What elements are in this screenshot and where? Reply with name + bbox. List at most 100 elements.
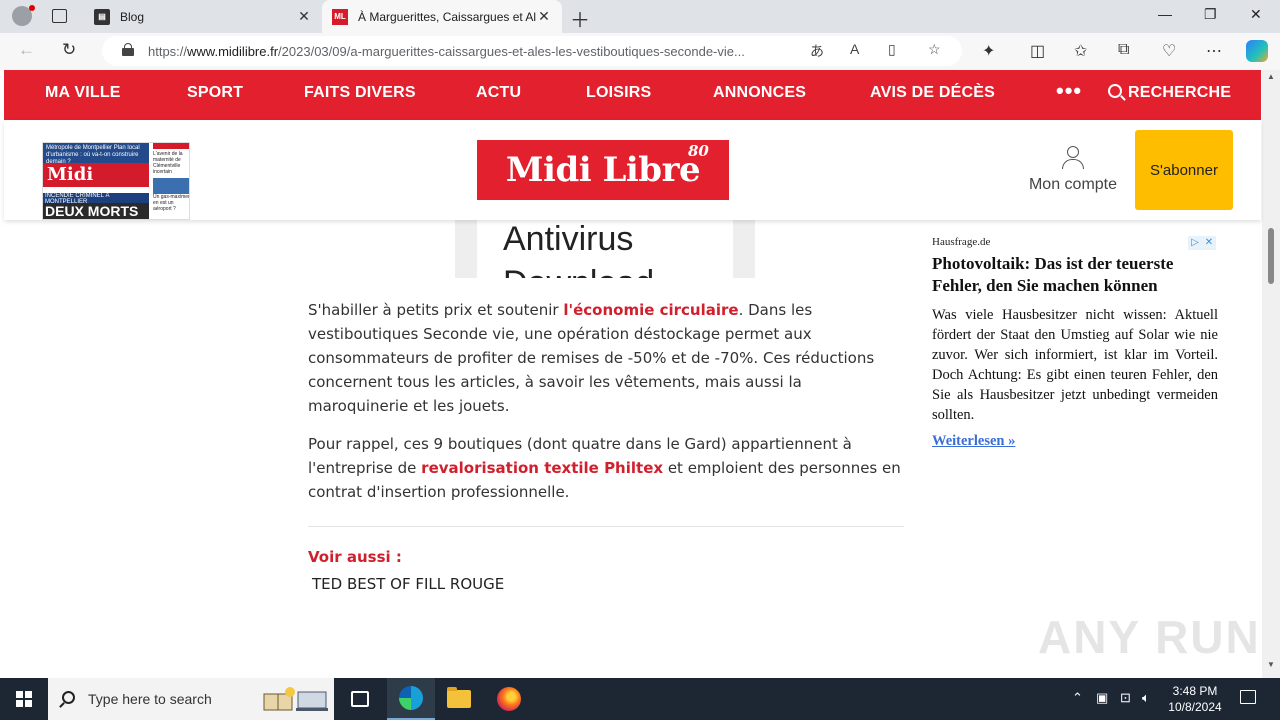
article-paragraph-2: Pour rappel, ces 9 boutiques (dont quatr… xyxy=(308,435,901,501)
tray-device-icon[interactable]: ▣ xyxy=(1096,690,1108,706)
article-paragraph-1: S'habiller à petits prix et soutenir l'é… xyxy=(308,301,875,415)
account-button[interactable]: Mon compte xyxy=(1018,146,1128,194)
see-also-item[interactable]: TED BEST OF FILL ROUGE xyxy=(312,575,504,593)
paper-top-line: Métropole de Montpellier Plan local d'ur… xyxy=(43,143,149,165)
translate-icon[interactable]: あ xyxy=(810,41,824,61)
site-header: Métropole de Montpellier Plan local d'ur… xyxy=(4,120,1261,220)
clock-time: 3:48 PM xyxy=(1172,684,1218,698)
nav-annonces[interactable]: ANNONCES xyxy=(713,84,806,102)
browser-tab-strip: ▤ Blog ✕ ML À Marguerittes, Caissargues … xyxy=(0,0,1280,33)
nav-faits-divers[interactable]: FAITS DIVERS xyxy=(304,84,416,102)
clock-date: 10/8/2024 xyxy=(1168,700,1222,714)
favorites-icon[interactable]: ✩ xyxy=(1074,41,1087,61)
browser-toolbar: ← ↻ https://www.midilibre.fr/2023/03/09/… xyxy=(0,33,1280,70)
tab-close-icon[interactable]: ✕ xyxy=(296,8,312,25)
user-icon xyxy=(1018,146,1128,169)
taskbar-clock[interactable]: 3:48 PM 10/8/2024 xyxy=(1160,683,1230,715)
read-aloud-icon[interactable]: A xyxy=(850,41,859,57)
restore-icon[interactable]: ❐ xyxy=(1204,6,1217,23)
midilibre-favicon-icon: ML xyxy=(332,8,348,25)
task-view-button[interactable] xyxy=(336,678,384,720)
paper-logo: Midi Libre xyxy=(43,163,149,209)
ad-banner-line2: Download xyxy=(503,264,654,278)
address-bar[interactable]: https://www.midilibre.fr/2023/03/09/a-ma… xyxy=(102,36,962,66)
taskbar-file-explorer[interactable] xyxy=(435,678,483,720)
collections-icon[interactable]: ⧉ xyxy=(1118,41,1129,59)
paper-sidebar: L'avenir de la maternité de Clémentville… xyxy=(153,143,190,219)
nav-more-icon[interactable]: ••• xyxy=(1056,78,1082,104)
taskbar-edge[interactable] xyxy=(387,678,435,720)
windows-taskbar: Type here to search ⌃ ▣ ⊡ 🔈︎ 3:48 PM 10/… xyxy=(0,678,1280,720)
copilot-icon[interactable] xyxy=(1246,40,1268,62)
taskbar-search-placeholder: Type here to search xyxy=(88,691,212,707)
paper-side-text-1: L'avenir de la maternité de Clémentville… xyxy=(153,151,183,175)
taskbar-firefox[interactable] xyxy=(485,678,533,720)
section-divider xyxy=(308,526,904,527)
profile-notification-dot xyxy=(29,5,35,11)
adchoices-icon[interactable]: ▷ ✕ xyxy=(1188,236,1216,250)
volume-icon[interactable]: 🔈︎ xyxy=(1142,690,1150,706)
tab-blog[interactable]: ▤ Blog ✕ xyxy=(84,0,322,33)
tab-close-icon[interactable]: ✕ xyxy=(536,8,552,25)
nav-ma-ville[interactable]: MA VILLE xyxy=(45,84,121,102)
split-screen-icon[interactable]: ◫ xyxy=(1030,41,1045,61)
edge-icon xyxy=(399,686,423,710)
tab-title: À Marguerittes, Caissargues et Al xyxy=(358,9,536,24)
logo-80-badge: 80 xyxy=(688,142,709,160)
paper-headline: DEUX MORTS xyxy=(43,203,149,219)
notifications-icon[interactable] xyxy=(1240,690,1256,704)
lock-icon[interactable] xyxy=(122,43,134,56)
scrollbar-thumb[interactable] xyxy=(1268,228,1274,284)
tab-midilibre-article[interactable]: ML À Marguerittes, Caissargues et Al ✕ xyxy=(322,0,562,33)
nav-avis-de-deces[interactable]: AVIS DE DÉCÈS xyxy=(870,84,995,102)
account-label: Mon compte xyxy=(1028,176,1118,193)
nav-loisirs[interactable]: LOISIRS xyxy=(586,84,651,102)
screen: ▤ Blog ✕ ML À Marguerittes, Caissargues … xyxy=(0,0,1280,720)
sponsored-ad[interactable]: Hausfrage.de ▷ ✕ Photovoltaik: Das ist de… xyxy=(932,236,1218,450)
search-icon[interactable] xyxy=(1108,84,1122,98)
browser-essentials-icon[interactable]: ♡ xyxy=(1162,41,1176,61)
newspaper-cover-thumbnail[interactable]: Métropole de Montpellier Plan local d'ur… xyxy=(42,142,190,220)
link-revalorisation-philtex[interactable]: revalorisation textile Philtex xyxy=(421,459,663,477)
sponsored-read-more-link[interactable]: Weiterlesen » xyxy=(932,433,1218,450)
nav-recherche[interactable]: RECHERCHE xyxy=(1128,84,1231,102)
nav-sport[interactable]: SPORT xyxy=(187,84,243,102)
article-body: S'habiller à petits prix et soutenir l'é… xyxy=(308,298,904,518)
scroll-up-icon[interactable]: ▲ xyxy=(1267,72,1275,81)
ad-banner-line1: Antivirus xyxy=(503,220,634,258)
url-text[interactable]: https://www.midilibre.fr/2023/03/09/a-ma… xyxy=(148,44,798,59)
sponsored-title[interactable]: Photovoltaik: Das ist der teuerste Fehle… xyxy=(932,253,1218,297)
nav-actu[interactable]: ACTU xyxy=(476,84,521,102)
sponsored-body: Was viele Hausbesitzer nicht wissen: Akt… xyxy=(932,307,1218,423)
paper-side-text-2: Un gas-maximer en est un aéroport ? xyxy=(153,194,190,212)
settings-more-icon[interactable]: ⋯ xyxy=(1206,41,1222,61)
ad-banner-inner: Antivirus Download xyxy=(477,218,733,278)
page-scrollbar[interactable]: ▲ ▼ xyxy=(1262,70,1280,678)
extensions-icon[interactable]: ✦ xyxy=(982,41,995,61)
close-window-icon[interactable]: ✕ xyxy=(1250,6,1262,23)
tab-title: Blog xyxy=(120,9,145,24)
scroll-down-icon[interactable]: ▼ xyxy=(1267,660,1275,669)
back-icon[interactable]: ← xyxy=(18,40,35,60)
firefox-icon xyxy=(497,687,521,711)
windows-start-icon[interactable] xyxy=(16,691,32,707)
folder-icon xyxy=(447,687,471,708)
ad-banner[interactable]: Antivirus Download xyxy=(455,218,755,278)
task-view-icon xyxy=(351,691,369,707)
new-tab-icon[interactable]: ＋ xyxy=(570,4,590,33)
web-page: Antivirus Download MA VILLE SPORT FAITS … xyxy=(0,70,1280,678)
logo-text: Midi Libre xyxy=(505,150,701,190)
minimize-icon[interactable]: — xyxy=(1158,6,1172,22)
tab-actions-icon[interactable] xyxy=(52,9,67,23)
tray-chevron-icon[interactable]: ⌃ xyxy=(1072,690,1083,706)
network-icon[interactable]: ⊡ xyxy=(1120,690,1131,706)
immersive-reader-icon[interactable]: ▯ xyxy=(888,41,896,58)
midilibre-logo[interactable]: Midi Libre 80 xyxy=(477,140,729,200)
favorite-star-icon[interactable]: ☆ xyxy=(928,41,941,58)
link-economie-circulaire[interactable]: l'économie circulaire xyxy=(563,301,738,319)
taskbar-search-box[interactable]: Type here to search xyxy=(48,678,334,720)
search-highlight-illustration-icon xyxy=(263,687,328,711)
refresh-icon[interactable]: ↻ xyxy=(62,40,76,60)
site-main-nav: MA VILLE SPORT FAITS DIVERS ACTU LOISIRS… xyxy=(4,70,1261,120)
subscribe-button[interactable]: S'abonner xyxy=(1135,130,1233,210)
